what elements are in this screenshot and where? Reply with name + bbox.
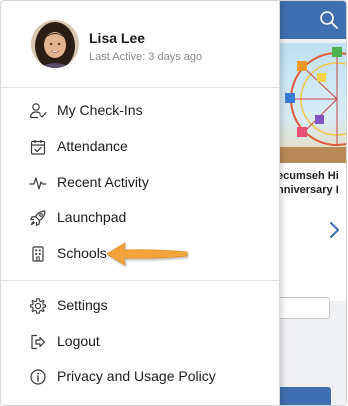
menu-label: Launchpad — [57, 209, 127, 225]
menu-label: Logout — [57, 333, 100, 349]
background-button[interactable] — [279, 387, 331, 405]
menu-label: Privacy and Usage Policy — [57, 368, 216, 384]
ferris-wheel-photo — [279, 43, 346, 163]
navigation-drawer: Lisa Lee Last Active: 3 days ago My Chec… — [1, 1, 280, 405]
chevron-right-icon[interactable] — [327, 221, 341, 239]
app-frame: ecumseh Hi nniversary I Lisa Lee Last Ac… — [0, 0, 347, 406]
profile-divider — [1, 87, 279, 88]
profile-header[interactable]: Lisa Lee Last Active: 3 days ago — [1, 1, 279, 87]
menu-label: Settings — [57, 297, 108, 313]
menu-label: Attendance — [57, 138, 128, 154]
info-icon — [29, 368, 47, 386]
menu-item-settings[interactable]: Settings — [1, 289, 279, 323]
menu-divider — [1, 280, 279, 281]
menu-item-recent-activity[interactable]: Recent Activity — [1, 166, 279, 200]
background-event-card[interactable]: ecumseh Hi nniversary I — [279, 43, 346, 301]
user-check-icon — [29, 102, 47, 120]
rocket-icon — [29, 209, 47, 227]
background-app: ecumseh Hi nniversary I — [279, 1, 346, 405]
menu-label: My Check-Ins — [57, 102, 143, 118]
annotation-arrow-icon — [105, 241, 189, 267]
menu-item-launchpad[interactable]: Launchpad — [1, 201, 279, 235]
background-header — [279, 1, 346, 39]
building-icon — [29, 245, 47, 263]
menu-item-attendance[interactable]: Attendance — [1, 130, 279, 164]
background-input-field[interactable] — [279, 297, 330, 319]
avatar — [31, 20, 79, 68]
menu-label: Schools — [57, 245, 107, 261]
menu-item-logout[interactable]: Logout — [1, 325, 279, 359]
last-active-text: Last Active: 3 days ago — [89, 51, 203, 63]
calendar-check-icon — [29, 138, 47, 156]
menu-item-privacy-policy[interactable]: Privacy and Usage Policy — [1, 360, 279, 394]
menu-label: Recent Activity — [57, 174, 149, 190]
activity-pulse-icon — [29, 174, 47, 192]
user-name: Lisa Lee — [89, 30, 146, 46]
background-card-title: ecumseh Hi nniversary I — [279, 170, 339, 196]
logout-icon — [29, 333, 47, 351]
search-icon[interactable] — [319, 10, 339, 30]
gear-icon — [29, 297, 47, 315]
menu-item-my-check-ins[interactable]: My Check-Ins — [1, 94, 279, 128]
